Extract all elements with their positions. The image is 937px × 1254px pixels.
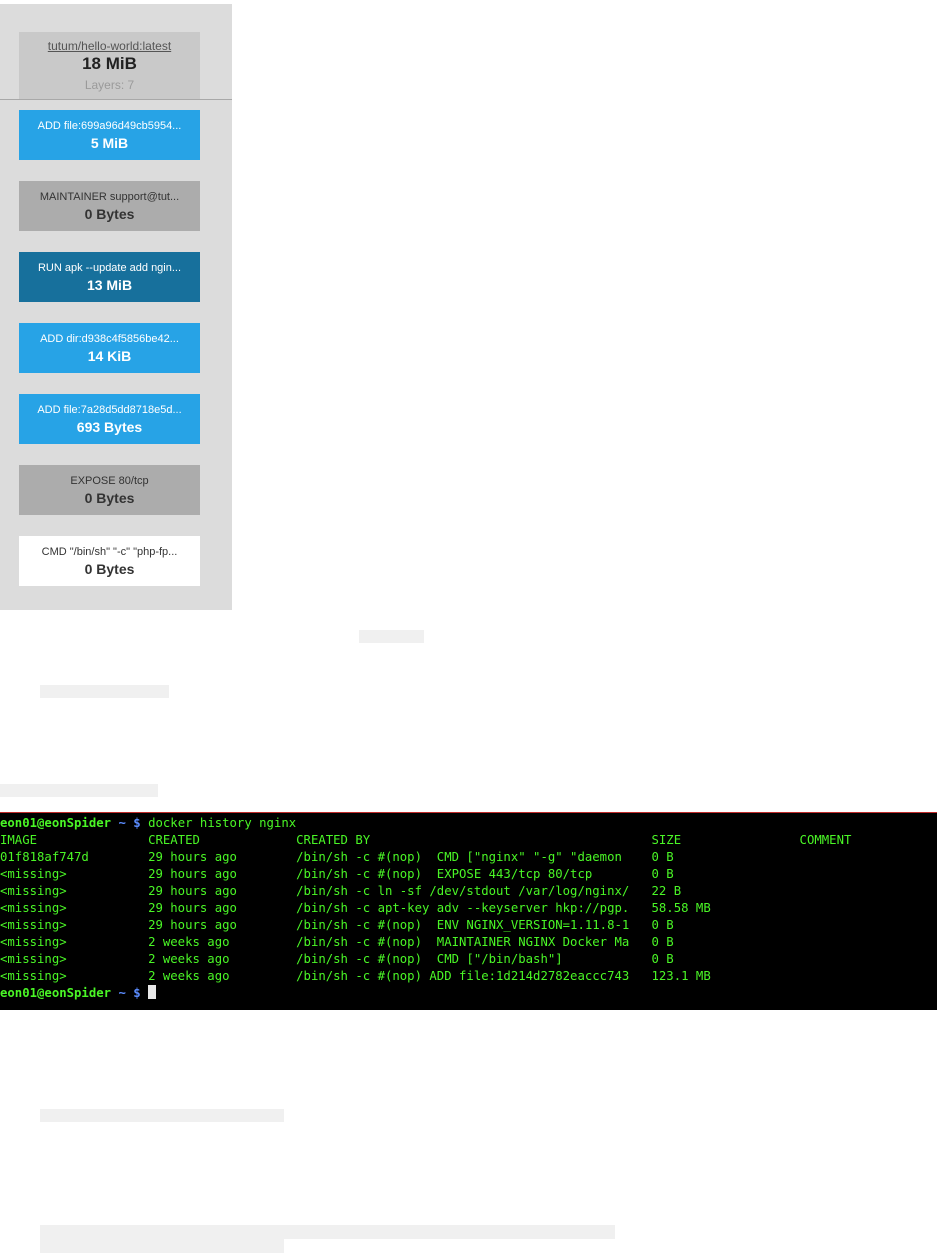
layer-command: ADD dir:d938c4f5856be42... (40, 333, 179, 345)
layer-command: CMD "/bin/sh" "-c" "php-fp... (41, 546, 178, 558)
command-text: docker history nginx (148, 816, 297, 830)
layer-command: ADD file:7a28d5dd8718e5d... (37, 404, 182, 416)
prompt-user: eon01@eonSpider (0, 816, 112, 830)
placeholder-bar (359, 630, 424, 643)
layer-box[interactable]: CMD "/bin/sh" "-c" "php-fp... 0 Bytes (19, 536, 200, 586)
layer-box[interactable]: ADD dir:d938c4f5856be42... 14 KiB (19, 323, 200, 373)
terminal-output: eon01@eonSpider ~ $ docker history nginx… (0, 813, 937, 1002)
prompt-line: eon01@eonSpider ~ $ (0, 985, 157, 1000)
layer-size: 0 Bytes (84, 206, 135, 222)
table-row: <missing> 2 weeks ago /bin/sh -c #(nop) … (0, 935, 674, 949)
table-row: <missing> 2 weeks ago /bin/sh -c #(nop) … (0, 952, 674, 966)
prompt-line: eon01@eonSpider ~ $ docker history nginx (0, 816, 296, 830)
prompt-path: ~ (118, 816, 126, 830)
layers-count: Layers: 7 (84, 78, 135, 92)
layer-size: 14 KiB (87, 348, 132, 364)
placeholder-bar (40, 1109, 284, 1122)
layer-size: 0 Bytes (84, 561, 135, 577)
layer-command: EXPOSE 80/tcp (70, 475, 149, 487)
placeholder-bar (40, 685, 169, 698)
image-name-link[interactable]: tutum/hello-world:latest (19, 39, 200, 53)
layer-size: 5 MiB (90, 135, 129, 151)
cursor-block (148, 985, 157, 999)
image-summary: tutum/hello-world:latest 18 MiB Layers: … (19, 32, 200, 100)
layer-box[interactable]: MAINTAINER support@tut... 0 Bytes (19, 181, 200, 231)
layer-command: MAINTAINER support@tut... (39, 191, 180, 203)
table-row: <missing> 2 weeks ago /bin/sh -c #(nop) … (0, 969, 711, 983)
layer-command: ADD file:699a96d49cb5954... (37, 120, 182, 132)
table-row: <missing> 29 hours ago /bin/sh -c apt-ke… (0, 901, 711, 915)
prompt-symbol: $ (133, 986, 141, 1000)
placeholder-bar (0, 784, 158, 797)
layer-box[interactable]: ADD file:699a96d49cb5954... 5 MiB (19, 110, 200, 160)
placeholder-bar (40, 1225, 615, 1239)
table-row: <missing> 29 hours ago /bin/sh -c ln -sf… (0, 884, 682, 898)
layer-box[interactable]: ADD file:7a28d5dd8718e5d... 693 Bytes (19, 394, 200, 444)
prompt-user: eon01@eonSpider (0, 986, 112, 1000)
prompt-symbol: $ (133, 816, 141, 830)
layer-box[interactable]: RUN apk --update add ngin... 13 MiB (19, 252, 200, 302)
table-header: IMAGE CREATED CREATED BY SIZE COMMENT (0, 833, 852, 847)
image-size: 18 MiB (82, 54, 137, 73)
layer-size: 13 MiB (86, 277, 133, 293)
table-row: <missing> 29 hours ago /bin/sh -c #(nop)… (0, 867, 674, 881)
layer-size: 693 Bytes (76, 419, 143, 435)
prompt-path: ~ (118, 986, 126, 1000)
table-row: <missing> 29 hours ago /bin/sh -c #(nop)… (0, 918, 674, 932)
image-layers-panel: tutum/hello-world:latest 18 MiB Layers: … (0, 4, 232, 610)
divider (0, 99, 232, 100)
layer-command: RUN apk --update add ngin... (37, 262, 182, 274)
placeholder-bar (40, 1239, 284, 1253)
layer-box[interactable]: EXPOSE 80/tcp 0 Bytes (19, 465, 200, 515)
layer-size: 0 Bytes (84, 490, 135, 506)
table-row: 01f818af747d 29 hours ago /bin/sh -c #(n… (0, 850, 674, 864)
terminal-window[interactable]: eon01@eonSpider ~ $ docker history nginx… (0, 812, 937, 1010)
